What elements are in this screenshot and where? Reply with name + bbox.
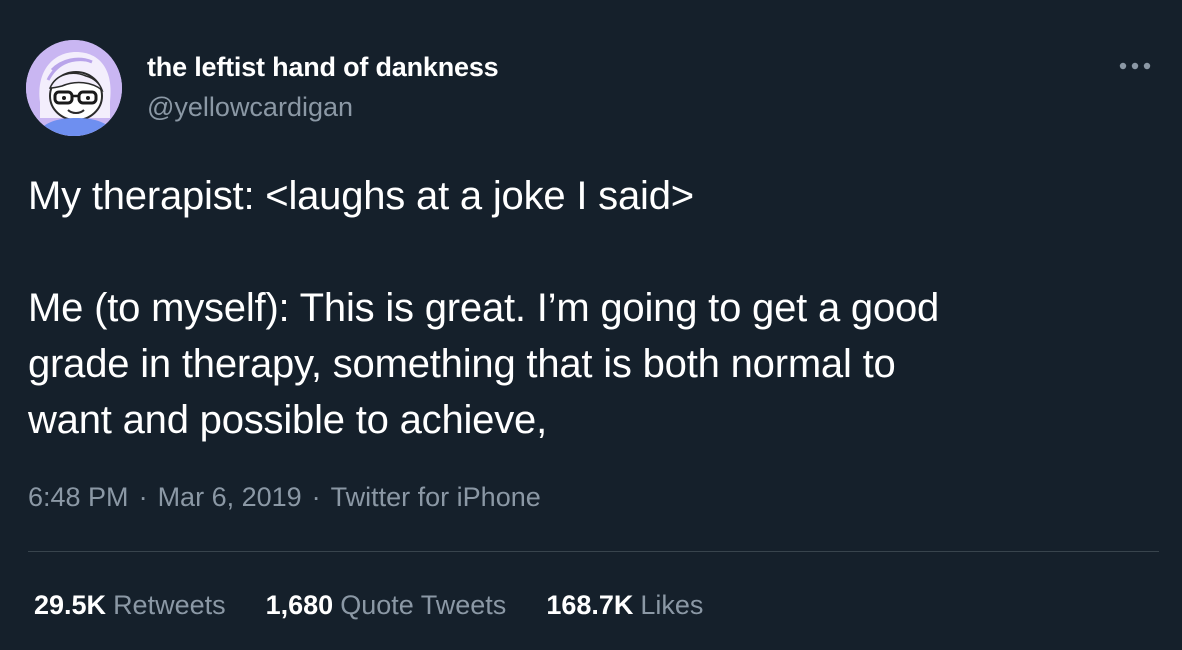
quote-tweets-stat[interactable]: 1,680 Quote Tweets (266, 590, 507, 621)
tweet: the leftist hand of dankness @yellowcard… (0, 0, 1182, 650)
tweet-source-link[interactable]: Twitter for iPhone (331, 482, 541, 512)
likes-count: 168.7K (546, 590, 634, 620)
tweet-paragraph: Me (to myself): This is great. I’m going… (28, 286, 940, 442)
tweet-stats: 29.5K Retweets 1,680 Quote Tweets 168.7K Li… (34, 590, 703, 621)
tweet-time-link[interactable]: 6:48 PM (28, 482, 129, 512)
author-handle[interactable]: @yellowcardigan (147, 92, 353, 123)
more-dots-icon (1119, 62, 1151, 70)
avatar[interactable] (26, 40, 122, 136)
avatar-illustration-icon (26, 40, 122, 136)
meta-separator: · (138, 482, 148, 512)
retweets-count: 29.5K (34, 590, 107, 620)
likes-label: Likes (640, 590, 704, 620)
tweet-text: My therapist: <laughs at a joke I said> … (28, 168, 1158, 448)
divider (28, 551, 1159, 552)
tweet-paragraph: My therapist: <laughs at a joke I said> (28, 174, 694, 218)
retweets-label: Retweets (113, 590, 226, 620)
likes-stat[interactable]: 168.7K Likes (546, 590, 703, 621)
retweets-stat[interactable]: 29.5K Retweets (34, 590, 226, 621)
more-options-button[interactable] (1112, 48, 1158, 84)
author-display-name[interactable]: the leftist hand of dankness (147, 52, 499, 83)
quote-tweets-count: 1,680 (265, 590, 334, 620)
quote-tweets-label: Quote Tweets (340, 590, 507, 620)
tweet-meta: 6:48 PM · Mar 6, 2019 · Twitter for iPhone (28, 482, 541, 513)
meta-separator: · (311, 482, 321, 512)
tweet-date-link[interactable]: Mar 6, 2019 (158, 482, 302, 512)
